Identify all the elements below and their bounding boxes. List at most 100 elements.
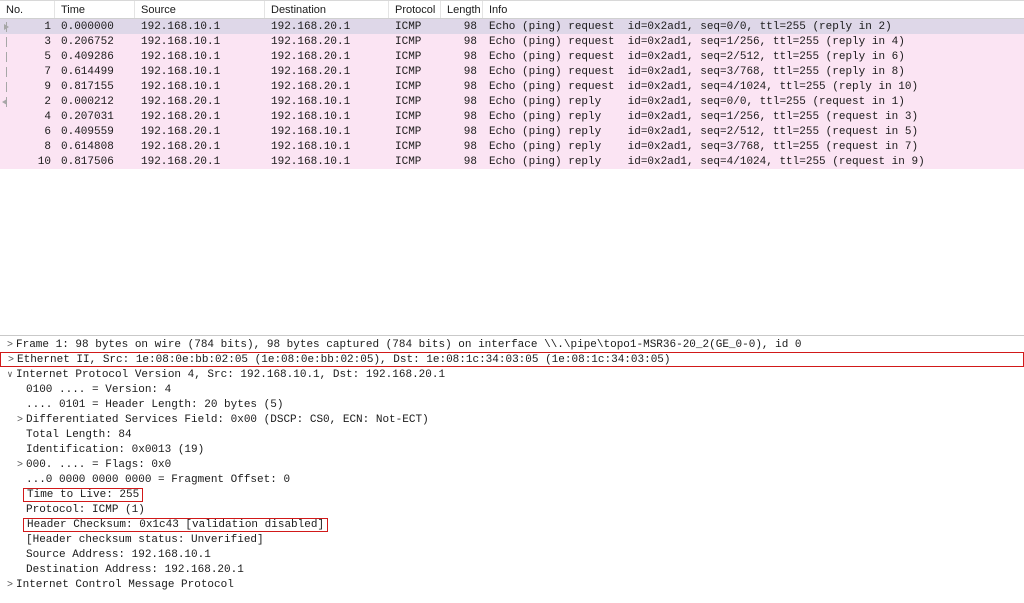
cell-protocol: ICMP — [389, 21, 441, 33]
cell-source: 192.168.20.1 — [135, 96, 265, 108]
chevron-right-icon[interactable] — [14, 414, 26, 426]
chevron-right-icon[interactable] — [4, 579, 16, 591]
tree-ethernet-label: Ethernet II, Src: 1e:08:0e:bb:02:05 (1e:… — [17, 354, 671, 366]
ip-destination-addr[interactable]: Destination Address: 192.168.20.1 — [0, 562, 1024, 577]
cell-length: 98 — [441, 21, 483, 33]
cell-protocol: ICMP — [389, 141, 441, 153]
ip-flags[interactable]: 000. .... = Flags: 0x0 — [0, 457, 1024, 472]
cell-no: 1 — [0, 21, 55, 33]
col-header-source[interactable]: Source — [135, 1, 265, 18]
cell-info: Echo (ping) request id=0x2ad1, seq=0/0, … — [483, 21, 1024, 33]
cell-no: 7 — [0, 66, 55, 78]
cell-destination: 192.168.10.1 — [265, 126, 389, 138]
ip-checksum-status[interactable]: [Header checksum status: Unverified] — [0, 532, 1024, 547]
ip-checksum[interactable]: Header Checksum: 0x1c43 [validation disa… — [0, 517, 1024, 532]
cell-no: 6 — [0, 126, 55, 138]
packet-row[interactable]: 70.614499192.168.10.1192.168.20.1ICMP98E… — [0, 64, 1024, 79]
cell-length: 98 — [441, 81, 483, 93]
cell-length: 98 — [441, 36, 483, 48]
col-header-info[interactable]: Info — [483, 1, 1024, 18]
cell-length: 98 — [441, 111, 483, 123]
tree-frame-label: Frame 1: 98 bytes on wire (784 bits), 98… — [16, 339, 802, 351]
packet-row[interactable]: 50.409286192.168.10.1192.168.20.1ICMP98E… — [0, 49, 1024, 64]
col-header-dest[interactable]: Destination — [265, 1, 389, 18]
ip-protocol[interactable]: Protocol: ICMP (1) — [0, 502, 1024, 517]
chevron-right-icon[interactable] — [14, 459, 26, 471]
cell-length: 98 — [441, 156, 483, 168]
cell-source: 192.168.10.1 — [135, 81, 265, 93]
chevron-down-icon[interactable] — [4, 369, 16, 381]
ip-fragment-offset[interactable]: ...0 0000 0000 0000 = Fragment Offset: 0 — [0, 472, 1024, 487]
cell-source: 192.168.10.1 — [135, 36, 265, 48]
tree-icmp[interactable]: Internet Control Message Protocol — [0, 577, 1024, 592]
col-header-time[interactable]: Time — [55, 1, 135, 18]
cell-time: 0.409559 — [55, 126, 135, 138]
cell-source: 192.168.20.1 — [135, 141, 265, 153]
ip-checksum-highlight: Header Checksum: 0x1c43 [validation disa… — [23, 518, 328, 532]
cell-protocol: ICMP — [389, 126, 441, 138]
arrow-out-icon — [2, 22, 12, 32]
packet-list[interactable]: No. Time Source Destination Protocol Len… — [0, 0, 1024, 169]
arrow-in-icon — [2, 97, 12, 107]
cell-time: 0.000000 — [55, 21, 135, 33]
cell-destination: 192.168.10.1 — [265, 141, 389, 153]
tree-ip[interactable]: Internet Protocol Version 4, Src: 192.16… — [0, 367, 1024, 382]
ip-identification[interactable]: Identification: 0x0013 (19) — [0, 442, 1024, 457]
cell-time: 0.817506 — [55, 156, 135, 168]
packet-row[interactable]: 90.817155192.168.10.1192.168.20.1ICMP98E… — [0, 79, 1024, 94]
tree-ethernet[interactable]: Ethernet II, Src: 1e:08:0e:bb:02:05 (1e:… — [0, 352, 1024, 367]
cell-info: Echo (ping) reply id=0x2ad1, seq=2/512, … — [483, 126, 1024, 138]
cell-source: 192.168.20.1 — [135, 111, 265, 123]
cell-no: 9 — [0, 81, 55, 93]
tree-ip-label: Internet Protocol Version 4, Src: 192.16… — [16, 369, 445, 381]
cell-length: 98 — [441, 66, 483, 78]
cell-time: 0.000212 — [55, 96, 135, 108]
packet-row[interactable]: 100.817506192.168.20.1192.168.10.1ICMP98… — [0, 154, 1024, 169]
tree-icmp-label: Internet Control Message Protocol — [16, 579, 234, 591]
packet-row[interactable]: 20.000212192.168.20.1192.168.10.1ICMP98E… — [0, 94, 1024, 109]
cell-info: Echo (ping) request id=0x2ad1, seq=4/102… — [483, 81, 1024, 93]
cell-info: Echo (ping) reply id=0x2ad1, seq=1/256, … — [483, 111, 1024, 123]
cell-no: 10 — [0, 156, 55, 168]
ip-source-addr[interactable]: Source Address: 192.168.10.1 — [0, 547, 1024, 562]
ip-header-length[interactable]: .... 0101 = Header Length: 20 bytes (5) — [0, 397, 1024, 412]
packet-row[interactable]: 10.000000192.168.10.1192.168.20.1ICMP98E… — [0, 19, 1024, 34]
cell-info: Echo (ping) request id=0x2ad1, seq=2/512… — [483, 51, 1024, 63]
cell-time: 0.207031 — [55, 111, 135, 123]
packet-details-pane[interactable]: Frame 1: 98 bytes on wire (784 bits), 98… — [0, 335, 1024, 603]
packet-row[interactable]: 60.409559192.168.20.1192.168.10.1ICMP98E… — [0, 124, 1024, 139]
chevron-right-icon[interactable] — [5, 354, 17, 366]
cell-time: 0.614499 — [55, 66, 135, 78]
cell-time: 0.206752 — [55, 36, 135, 48]
packet-list-header[interactable]: No. Time Source Destination Protocol Len… — [0, 1, 1024, 19]
packet-row[interactable]: 30.206752192.168.10.1192.168.20.1ICMP98E… — [0, 34, 1024, 49]
col-header-proto[interactable]: Protocol — [389, 1, 441, 18]
cell-length: 98 — [441, 96, 483, 108]
ip-version[interactable]: 0100 .... = Version: 4 — [0, 382, 1024, 397]
cell-info: Echo (ping) reply id=0x2ad1, seq=4/1024,… — [483, 156, 1024, 168]
cell-source: 192.168.20.1 — [135, 156, 265, 168]
cell-destination: 192.168.20.1 — [265, 36, 389, 48]
tree-frame[interactable]: Frame 1: 98 bytes on wire (784 bits), 98… — [0, 337, 1024, 352]
cell-destination: 192.168.10.1 — [265, 96, 389, 108]
cell-info: Echo (ping) request id=0x2ad1, seq=3/768… — [483, 66, 1024, 78]
col-header-length[interactable]: Length — [441, 1, 483, 18]
cell-length: 98 — [441, 51, 483, 63]
ip-total-length[interactable]: Total Length: 84 — [0, 427, 1024, 442]
cell-time: 0.817155 — [55, 81, 135, 93]
cell-destination: 192.168.20.1 — [265, 21, 389, 33]
cell-protocol: ICMP — [389, 81, 441, 93]
cell-protocol: ICMP — [389, 111, 441, 123]
ip-ttl-highlight: Time to Live: 255 — [23, 488, 143, 502]
cell-destination: 192.168.20.1 — [265, 66, 389, 78]
cell-no: 5 — [0, 51, 55, 63]
packet-row[interactable]: 40.207031192.168.20.1192.168.10.1ICMP98E… — [0, 109, 1024, 124]
chevron-right-icon[interactable] — [4, 339, 16, 351]
packet-row[interactable]: 80.614808192.168.20.1192.168.10.1ICMP98E… — [0, 139, 1024, 154]
ip-dsf[interactable]: Differentiated Services Field: 0x00 (DSC… — [0, 412, 1024, 427]
cell-info: Echo (ping) request id=0x2ad1, seq=1/256… — [483, 36, 1024, 48]
cell-source: 192.168.20.1 — [135, 126, 265, 138]
ip-ttl[interactable]: Time to Live: 255 — [0, 487, 1024, 502]
col-header-no[interactable]: No. — [0, 1, 55, 18]
cell-source: 192.168.10.1 — [135, 21, 265, 33]
